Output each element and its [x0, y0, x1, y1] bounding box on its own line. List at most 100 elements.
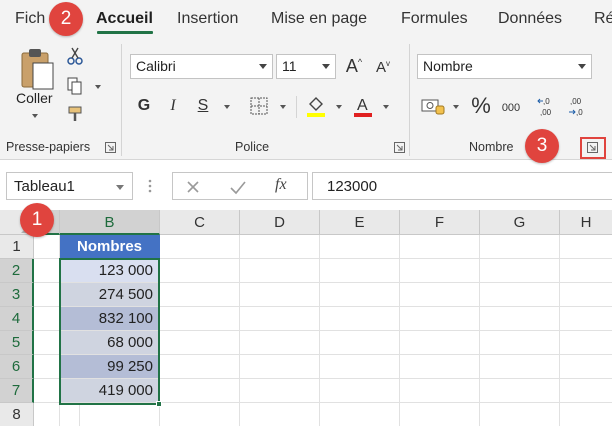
column-header-h[interactable]: H: [560, 210, 612, 235]
font-name-value: Calibri: [136, 58, 176, 74]
table-cell[interactable]: 123 000: [60, 259, 160, 283]
callout-badge-1: 1: [20, 203, 54, 237]
tab-file[interactable]: Fich: [15, 10, 45, 28]
font-name-select[interactable]: Calibri: [130, 54, 273, 79]
chevron-down-icon: [322, 64, 330, 69]
name-box-value: Tableau1: [14, 178, 75, 195]
tab-review[interactable]: Ré: [594, 10, 612, 28]
copy-icon: [67, 77, 82, 95]
increase-font-icon: A^: [345, 55, 363, 76]
percent-style-button[interactable]: %: [469, 93, 493, 119]
cut-button[interactable]: [66, 46, 84, 66]
accounting-dropdown-arrow[interactable]: [453, 105, 459, 109]
tab-data[interactable]: Données: [498, 10, 562, 28]
font-size-value: 11: [282, 58, 297, 74]
chevron-down-icon: [578, 64, 586, 69]
svg-text:,0: ,0: [543, 97, 550, 106]
column-header-f[interactable]: F: [400, 210, 480, 235]
column-header-b[interactable]: B: [60, 210, 160, 235]
fill-handle[interactable]: [156, 401, 162, 407]
tab-insert[interactable]: Insertion: [177, 10, 238, 28]
enter-check-icon[interactable]: [229, 179, 247, 195]
tab-formulas[interactable]: Formules: [401, 10, 468, 28]
comma-style-button[interactable]: 000: [499, 98, 523, 118]
table-header-cell[interactable]: Nombres: [60, 235, 160, 259]
formula-input[interactable]: 123000: [312, 172, 612, 200]
group-separator: [409, 44, 410, 156]
row-header-3[interactable]: 3: [0, 283, 34, 307]
clipboard-group-label: Presse-papiers: [6, 140, 91, 154]
fill-color-dropdown-arrow[interactable]: [336, 105, 342, 109]
underline-button[interactable]: S: [193, 95, 213, 117]
accounting-icon: [421, 99, 445, 115]
table-cell[interactable]: 274 500: [60, 283, 160, 307]
worksheet-grid: B C D E F G H 1 2 3 4 5 6 7 8 Nombres 12…: [0, 210, 612, 426]
launcher-highlight-box: [580, 137, 606, 159]
row-header-8[interactable]: 8: [0, 403, 34, 426]
font-color-button[interactable]: A: [352, 94, 374, 118]
table-cell[interactable]: 419 000: [60, 379, 160, 403]
table-cell[interactable]: 68 000: [60, 331, 160, 355]
paste-label: Coller: [16, 90, 53, 106]
accounting-format-button[interactable]: [420, 96, 446, 116]
fill-bucket-icon: [307, 97, 325, 117]
font-dialog-launcher-icon[interactable]: [394, 142, 405, 153]
chevron-down-icon: [259, 64, 267, 69]
row-header-5[interactable]: 5: [0, 331, 34, 355]
borders-button[interactable]: [248, 96, 270, 116]
format-painter-button[interactable]: [66, 104, 86, 124]
callout-badge-2: 2: [49, 2, 83, 36]
font-color-dropdown-arrow[interactable]: [383, 105, 389, 109]
clipboard-dialog-launcher-icon[interactable]: [105, 142, 116, 153]
paste-button[interactable]: [14, 46, 58, 94]
group-separator: [121, 44, 122, 156]
font-size-select[interactable]: 11: [276, 54, 336, 79]
chevron-down-icon: [116, 185, 124, 190]
svg-text:A: A: [357, 97, 368, 114]
increase-decimal-button[interactable]: ,0 ,00: [536, 94, 560, 118]
paste-dropdown-arrow[interactable]: [32, 114, 38, 118]
paintbrush-icon: [68, 106, 82, 121]
underline-dropdown-arrow[interactable]: [224, 105, 230, 109]
active-tab-indicator: [97, 31, 153, 34]
column-header-e[interactable]: E: [320, 210, 400, 235]
number-group-label: Nombre: [469, 140, 514, 154]
insert-function-button[interactable]: fx: [275, 176, 287, 194]
bold-button[interactable]: G: [134, 95, 154, 117]
column-header-c[interactable]: C: [160, 210, 240, 235]
table-cell[interactable]: 99 250: [60, 355, 160, 379]
row-header-2[interactable]: 2: [0, 259, 34, 283]
decrease-decimal-button[interactable]: ,00 ,0: [566, 94, 590, 118]
row-header-4[interactable]: 4: [0, 307, 34, 331]
row-header-1[interactable]: 1: [0, 235, 34, 259]
column-header-d[interactable]: D: [240, 210, 320, 235]
column-header-g[interactable]: G: [480, 210, 560, 235]
formula-buttons: fx: [172, 172, 308, 200]
more-options-icon[interactable]: [147, 179, 153, 193]
decrease-font-size-button[interactable]: Av: [372, 56, 394, 78]
tab-page-layout[interactable]: Mise en page: [271, 10, 367, 28]
borders-dropdown-arrow[interactable]: [280, 105, 286, 109]
name-box[interactable]: Tableau1: [6, 172, 133, 200]
paste-icon: [21, 49, 54, 90]
increase-font-size-button[interactable]: A^: [342, 54, 366, 78]
decrease-font-icon: Av: [375, 58, 390, 76]
scissors-icon: [67, 47, 83, 65]
copy-button[interactable]: [66, 76, 84, 96]
copy-dropdown-arrow[interactable]: [95, 85, 101, 89]
fill-color-button[interactable]: [305, 94, 327, 118]
number-format-select[interactable]: Nombre: [417, 54, 592, 79]
font-color-icon: A: [354, 97, 372, 117]
formula-bar: Tableau1 fx 123000: [0, 168, 612, 204]
svg-text:,00: ,00: [570, 97, 582, 106]
row-header-6[interactable]: 6: [0, 355, 34, 379]
italic-button[interactable]: I: [163, 95, 183, 117]
row-header-7[interactable]: 7: [0, 379, 34, 403]
table-cell[interactable]: 832 100: [60, 307, 160, 331]
borders-icon: [250, 97, 268, 115]
tab-home[interactable]: Accueil: [96, 10, 153, 28]
divider: [296, 96, 297, 118]
svg-text:,0: ,0: [576, 108, 583, 117]
cancel-icon[interactable]: [185, 179, 201, 195]
callout-badge-3: 3: [525, 129, 559, 163]
